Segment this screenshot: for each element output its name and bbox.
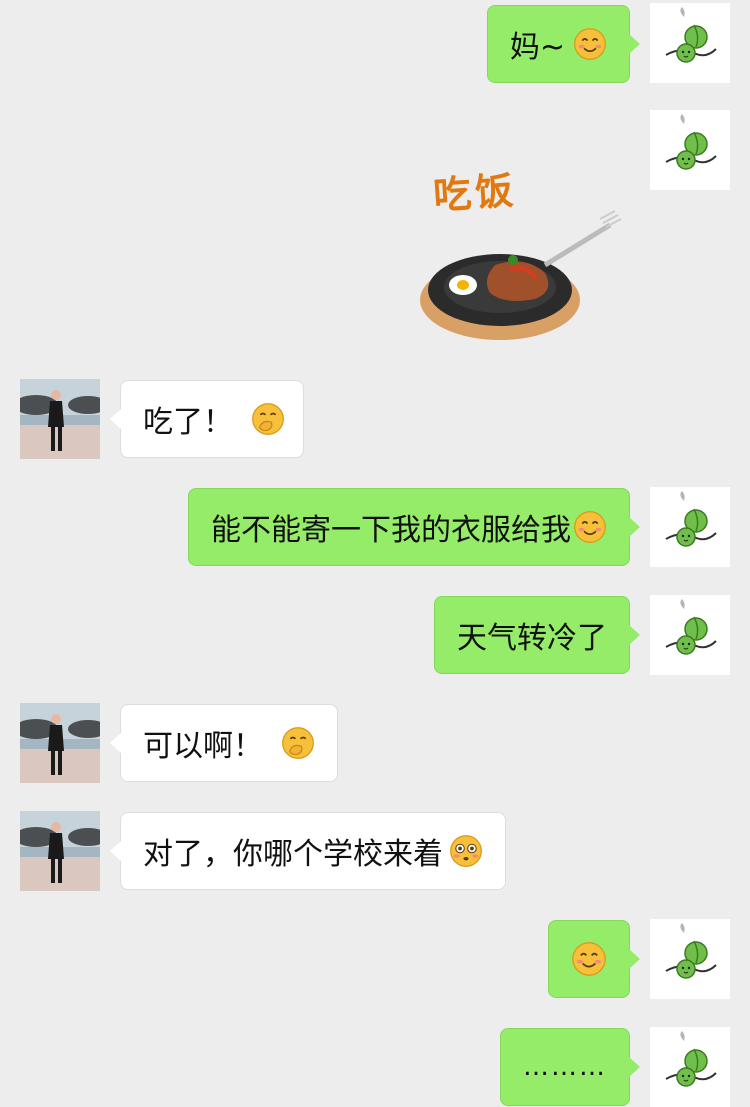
message-text: 能不能寄一下我的衣服给我 <box>211 513 571 548</box>
message-bubble[interactable]: 妈~ <box>486 5 641 83</box>
avatar[interactable] <box>650 595 730 675</box>
message-row: 可以啊！ <box>0 703 750 783</box>
avatar[interactable] <box>650 110 730 190</box>
message-bubble[interactable]: 天气转冷了 <box>434 596 640 674</box>
steak-plate-icon <box>420 210 622 340</box>
avatar[interactable] <box>20 379 100 459</box>
giggle-face-icon <box>281 726 315 760</box>
message-row: 天气转冷了 <box>0 595 750 675</box>
avatar[interactable] <box>20 703 100 783</box>
avatar[interactable] <box>650 1027 730 1107</box>
message-bubble[interactable]: 能不能寄一下我的衣服给我 <box>188 488 640 566</box>
avatar[interactable] <box>650 487 730 567</box>
message-row: 对了，你哪个学校来着 <box>0 811 750 891</box>
giggle-face-icon <box>251 402 285 436</box>
avatar[interactable] <box>650 3 730 83</box>
message-bubble[interactable]: ……… <box>500 1028 640 1106</box>
message-bubble[interactable]: 可以啊！ <box>110 704 338 782</box>
smiling-face-icon <box>571 941 607 977</box>
smiling-face-icon <box>573 510 607 544</box>
message-row <box>0 919 750 999</box>
avatar[interactable] <box>20 811 100 891</box>
message-bubble[interactable]: 对了，你哪个学校来着 <box>110 812 506 890</box>
message-text: 对了，你哪个学校来着 <box>143 837 443 872</box>
message-text: 妈~ <box>509 30 565 65</box>
message-row: 吃了！ <box>0 379 750 459</box>
message-text: 可以啊！ <box>143 729 263 764</box>
message-row: 妈~ <box>0 3 750 83</box>
flushed-face-icon <box>449 834 483 868</box>
message-text: 天气转冷了 <box>457 621 607 656</box>
message-bubble[interactable]: 吃了！ <box>110 380 304 458</box>
smiling-face-icon <box>573 27 607 61</box>
message-row: 吃饭 <box>0 110 750 360</box>
message-text: ……… <box>523 1052 607 1082</box>
message-text: 吃了！ <box>143 405 233 440</box>
message-row: 能不能寄一下我的衣服给我 <box>0 487 750 567</box>
sticker[interactable]: 吃饭 <box>415 150 625 350</box>
message-bubble[interactable] <box>548 920 640 998</box>
avatar[interactable] <box>650 919 730 999</box>
message-row: ……… <box>0 1027 750 1107</box>
